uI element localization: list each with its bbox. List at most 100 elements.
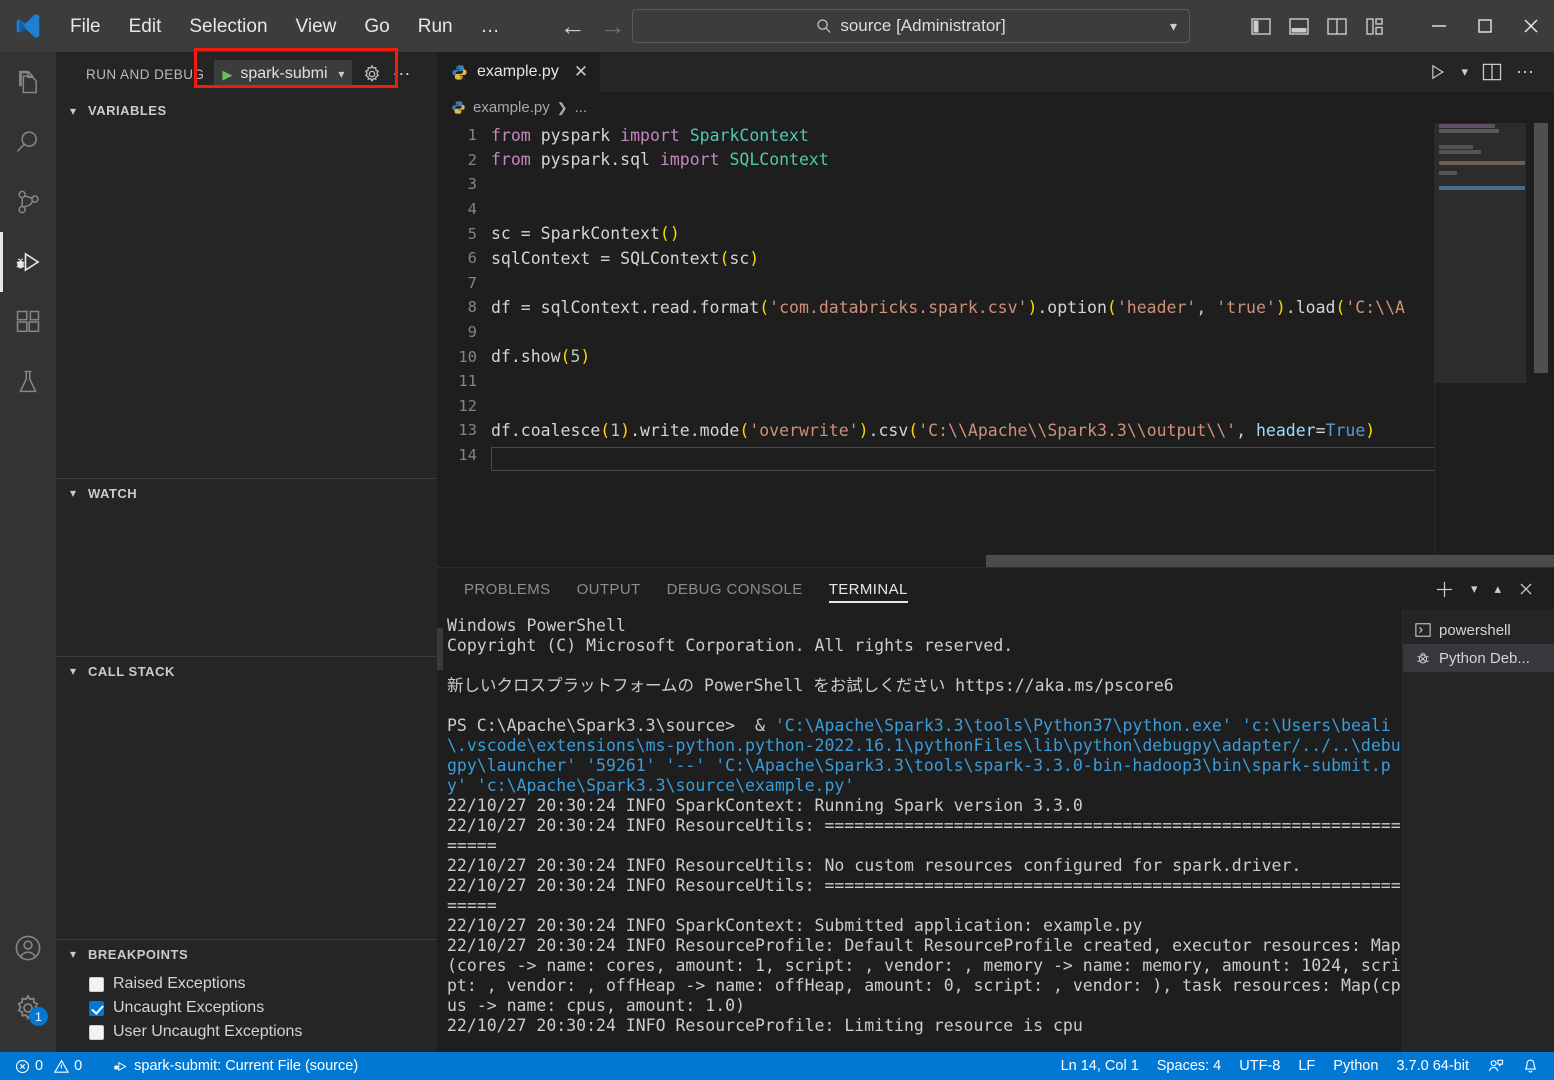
code-line: 14 [437, 443, 1554, 468]
close-icon[interactable]: ✕ [574, 62, 588, 82]
start-debug-play-icon[interactable]: ▶ [222, 68, 232, 81]
minimap-slider[interactable] [1435, 123, 1526, 383]
new-terminal-plus-icon[interactable] [1435, 580, 1454, 599]
status-eol[interactable]: LF [1289, 1052, 1324, 1080]
chevron-down-icon: ▾ [69, 664, 77, 678]
menu-edit[interactable]: Edit [115, 11, 176, 42]
activity-run-and-debug-icon[interactable] [0, 232, 56, 292]
editor-horizontal-scrollbar[interactable] [491, 555, 1554, 567]
sidebar-more-actions-icon[interactable]: ⋯ [392, 64, 412, 85]
chevron-down-icon: ▾ [69, 103, 77, 118]
checkbox-raised-exceptions[interactable] [89, 976, 104, 992]
menu-view[interactable]: View [282, 11, 351, 42]
close-button[interactable] [1508, 0, 1554, 52]
settings-badge-count: 1 [29, 1007, 48, 1026]
status-language-mode[interactable]: Python [1324, 1052, 1387, 1080]
open-launch-json-gear-icon[interactable] [362, 64, 382, 84]
activity-search-icon[interactable] [0, 112, 56, 172]
status-notifications-bell-icon[interactable] [1513, 1052, 1548, 1080]
tab-terminal[interactable]: TERMINAL [816, 568, 921, 610]
checkbox-uncaught-exceptions[interactable] [89, 1000, 104, 1016]
breakpoint-label: Uncaught Exceptions [113, 999, 265, 1016]
status-indentation[interactable]: Spaces: 4 [1148, 1052, 1231, 1080]
breadcrumb-separator-icon: ❯ [556, 99, 568, 115]
line-content: sc = SparkContext() [491, 224, 680, 244]
checkbox-user-uncaught-exceptions[interactable] [89, 1024, 104, 1040]
breakpoint-row[interactable]: Uncaught Exceptions [56, 996, 437, 1020]
workbench-body: 1 RUN AND DEBUG ▶ spark-submi ▾ ⋯ ▾ VARI… [0, 48, 1554, 1052]
split-editor-icon[interactable] [1482, 63, 1502, 81]
pane-header-watch[interactable]: ▾ WATCH [56, 478, 437, 507]
arrow-right-icon[interactable]: → [600, 13, 626, 39]
chevron-down-icon[interactable]: ▾ [1170, 18, 1177, 35]
pane-header-call-stack[interactable]: ▾ CALL STACK [56, 656, 437, 685]
window-controls [1246, 0, 1554, 52]
sidebar-title: RUN AND DEBUG [86, 66, 205, 82]
pane-header-variables[interactable]: ▾ VARIABLES [56, 96, 437, 125]
maximize-panel-chevron-up-icon[interactable]: ▴ [1494, 581, 1501, 597]
line-content: df.coalesce(1).write.mode('overwrite').c… [491, 420, 1376, 440]
activity-source-control-icon[interactable] [0, 172, 56, 232]
toggle-secondary-sidebar-icon[interactable] [1322, 11, 1352, 41]
menu-more[interactable]: … [467, 11, 514, 42]
debug-configuration-dropdown[interactable]: ▶ spark-submi ▾ [214, 60, 353, 88]
editor-and-panel-column: example.py ✕ ▾ ⋯ example.py ❯ ... 1 from… [437, 52, 1554, 1052]
status-remote-feedback-icon[interactable] [1478, 1052, 1513, 1080]
terminal-output[interactable]: Windows PowerShell Copyright (C) Microso… [437, 610, 1402, 1052]
breakpoints-pane-body: Raised Exceptions Uncaught Exceptions Us… [56, 968, 437, 1052]
breakpoint-row[interactable]: Raised Exceptions [56, 972, 437, 996]
status-encoding[interactable]: UTF-8 [1230, 1052, 1289, 1080]
status-python-interpreter[interactable]: 3.7.0 64-bit [1387, 1052, 1478, 1080]
activity-extensions-icon[interactable] [0, 292, 56, 352]
chevron-down-icon[interactable]: ▾ [1461, 64, 1468, 80]
error-icon [15, 1059, 30, 1073]
tab-debug-console[interactable]: DEBUG CONSOLE [654, 568, 816, 610]
chevron-down-icon[interactable]: ▾ [338, 67, 344, 81]
activity-accounts-icon[interactable] [0, 918, 56, 978]
chevron-down-icon[interactable]: ▾ [1471, 581, 1478, 597]
code-line: 1 from pyspark import SparkContext [437, 123, 1554, 148]
toggle-primary-sidebar-icon[interactable] [1246, 11, 1276, 41]
status-cursor-position[interactable]: Ln 14, Col 1 [1052, 1052, 1148, 1080]
tab-example-py[interactable]: example.py ✕ [437, 52, 602, 92]
customize-layout-icon[interactable] [1360, 11, 1390, 41]
menu-run[interactable]: Run [404, 11, 467, 42]
status-debug-target[interactable]: spark-submit: Current File (source) [103, 1052, 367, 1080]
editor-minimap[interactable] [1434, 123, 1526, 567]
editor-more-actions-icon[interactable]: ⋯ [1516, 62, 1536, 83]
minimize-button[interactable] [1416, 0, 1462, 52]
breadcrumb: example.py ❯ ... [437, 92, 1554, 123]
arrow-left-icon[interactable]: ← [560, 13, 586, 39]
line-number: 9 [467, 323, 477, 342]
breakpoint-row[interactable]: User Uncaught Exceptions [56, 1020, 437, 1044]
editor-vertical-scrollbar[interactable] [1526, 123, 1554, 567]
quick-input-search[interactable]: source [Administrator] ▾ [632, 9, 1190, 43]
activity-explorer-icon[interactable] [0, 52, 56, 112]
debug-icon [114, 1061, 127, 1071]
tab-problems[interactable]: PROBLEMS [451, 568, 564, 610]
tab-output[interactable]: OUTPUT [564, 568, 654, 610]
line-number: 13 [458, 421, 477, 440]
error-count: 0 [35, 1058, 44, 1074]
breadcrumb-file[interactable]: example.py [473, 99, 550, 116]
maximize-button[interactable] [1462, 0, 1508, 52]
menu-go[interactable]: Go [350, 11, 403, 42]
line-content: df.show(5) [491, 347, 591, 367]
menu-selection[interactable]: Selection [175, 11, 281, 42]
scrollbar-thumb[interactable] [1534, 123, 1548, 373]
status-problems[interactable]: 0 0 [6, 1052, 91, 1080]
activity-testing-icon[interactable] [0, 352, 56, 412]
toggle-panel-icon[interactable] [1284, 11, 1314, 41]
code-editor[interactable]: 1 from pyspark import SparkContext 2 from … [437, 123, 1554, 567]
pane-header-breakpoints[interactable]: ▾ BREAKPOINTS [56, 939, 437, 968]
activity-settings-gear-icon[interactable]: 1 [0, 978, 56, 1038]
close-panel-icon[interactable] [1518, 581, 1534, 597]
breadcrumb-symbols[interactable]: ... [575, 99, 588, 116]
run-python-file-icon[interactable] [1427, 62, 1447, 82]
scrollbar-thumb[interactable] [986, 555, 1554, 567]
terminal-list-item-python-debug[interactable]: Python Deb... [1403, 644, 1554, 672]
menu-file[interactable]: File [56, 11, 115, 42]
code-line: 11 [437, 369, 1554, 394]
terminal-list-item-powershell[interactable]: powershell [1403, 616, 1554, 644]
